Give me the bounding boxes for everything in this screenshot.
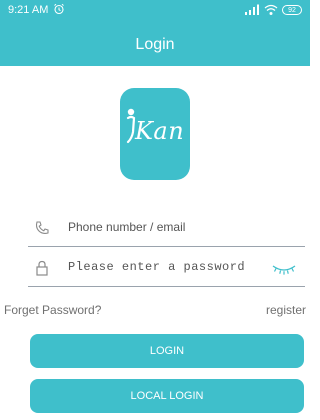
status-bar: 9:21 AM 92 [0, 0, 310, 22]
eye-closed-icon[interactable] [271, 262, 297, 276]
title-bar: Login [0, 22, 310, 66]
battery-level: 92 [288, 6, 296, 14]
signal-icon [245, 4, 259, 15]
phone-field[interactable]: Phone number / email [28, 212, 305, 247]
status-time: 9:21 AM [8, 4, 49, 16]
register-link[interactable]: register [266, 303, 306, 317]
wifi-icon [264, 4, 278, 15]
phone-icon [35, 221, 49, 234]
lock-icon [36, 260, 48, 276]
battery-icon: 92 [282, 5, 302, 15]
password-input[interactable]: Please enter a password [68, 260, 245, 274]
local-login-button[interactable]: LOCAL LOGIN [30, 379, 304, 413]
app-logo: Kan [120, 88, 190, 180]
status-icons: 92 [244, 3, 302, 17]
alarm-icon [54, 3, 64, 15]
password-field[interactable]: Please enter a password [28, 252, 305, 287]
forget-password-link[interactable]: Forget Password? [4, 303, 101, 317]
login-button[interactable]: LOGIN [30, 334, 304, 368]
page-title: Login [135, 36, 175, 53]
phone-input[interactable]: Phone number / email [68, 220, 185, 234]
logo-text: Kan [135, 117, 185, 145]
